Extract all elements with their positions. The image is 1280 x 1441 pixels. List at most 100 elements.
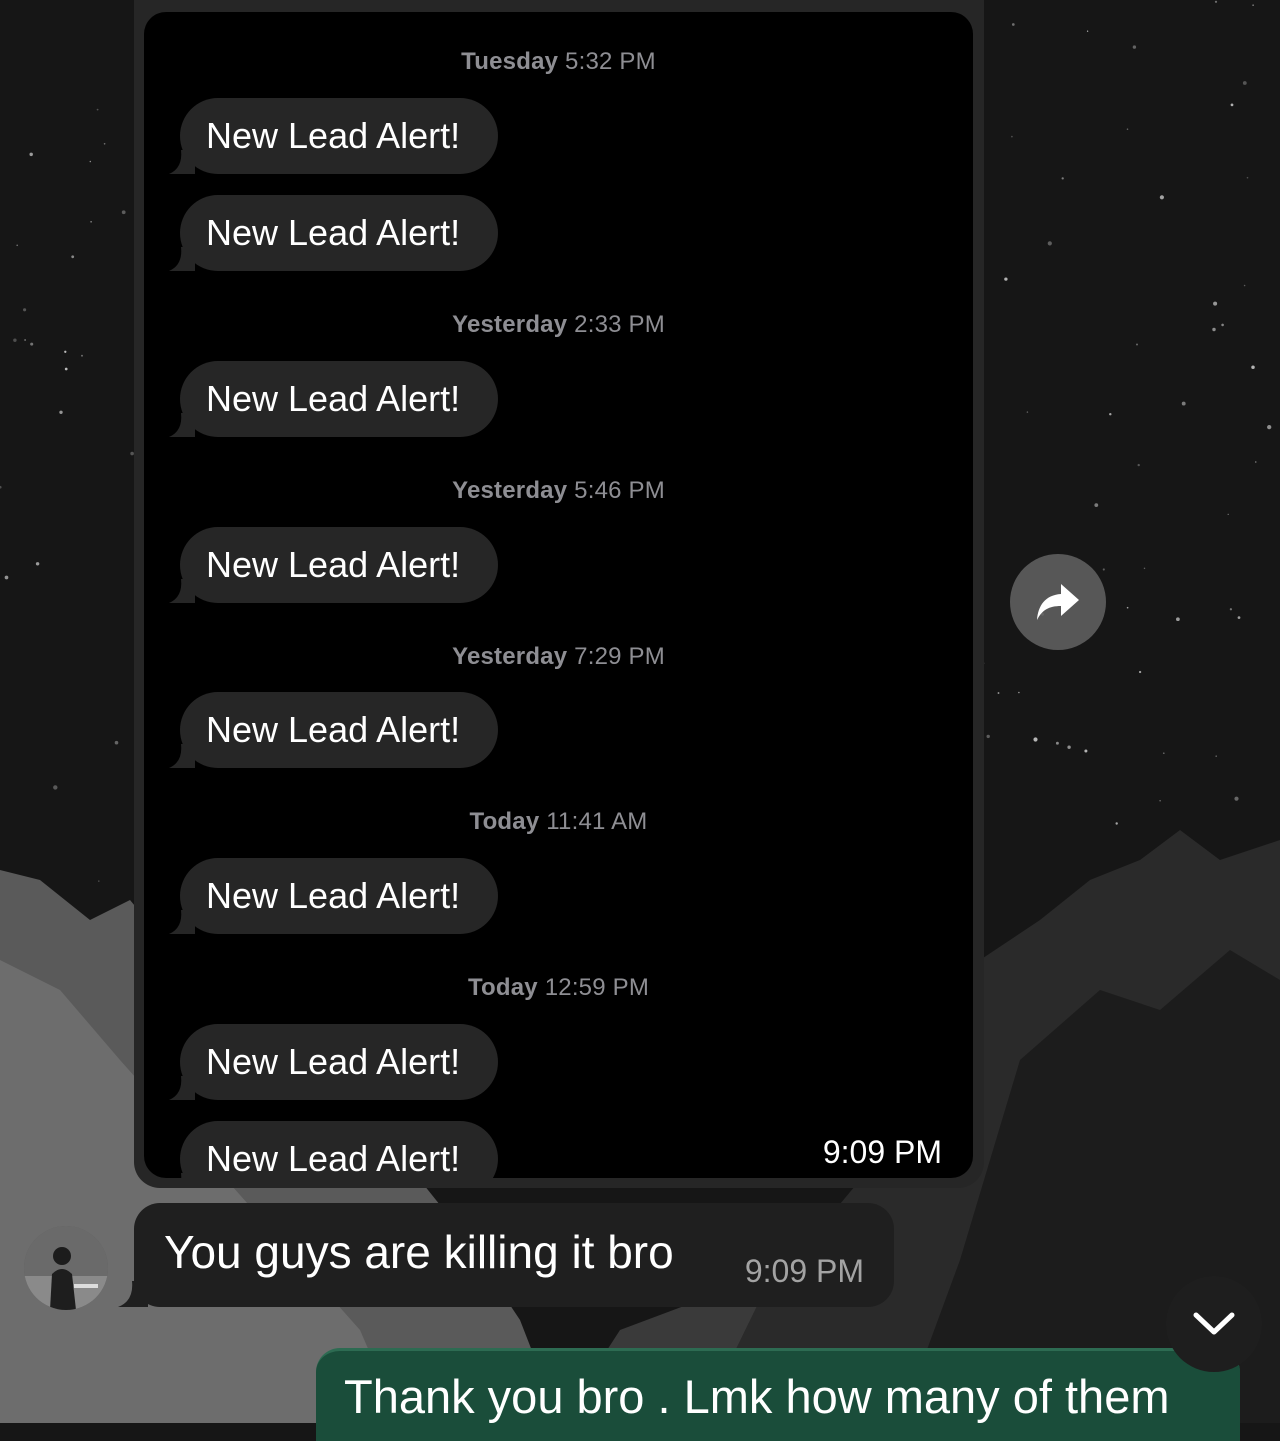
sms-screenshot: Tuesday 5:32 PM New Lead Alert! New Lead… [144, 12, 973, 1178]
star [4, 575, 9, 580]
shared-screenshot-message[interactable]: Tuesday 5:32 PM New Lead Alert! New Lead… [134, 0, 984, 1188]
star [1086, 30, 1089, 32]
star [1251, 365, 1255, 369]
star [16, 244, 19, 247]
forward-arrow-icon [1037, 584, 1079, 620]
sms-bubble: New Lead Alert! [169, 361, 498, 437]
star [1061, 177, 1064, 180]
star [1159, 800, 1161, 802]
star [1215, 755, 1217, 757]
star [1126, 128, 1129, 130]
star [90, 220, 92, 223]
star [1011, 23, 1015, 26]
star [1026, 411, 1029, 413]
star [53, 785, 58, 790]
star [1229, 608, 1233, 611]
bubble-tail [181, 1173, 195, 1178]
star [1004, 277, 1008, 281]
timestamp: Yesterday 7:29 PM [452, 643, 665, 670]
star [81, 354, 83, 357]
star [29, 152, 33, 157]
star [1213, 301, 1218, 306]
star [986, 734, 990, 739]
timestamp: Yesterday 5:46 PM [452, 477, 665, 504]
sms-bubble: New Lead Alert! [169, 692, 498, 768]
star [1181, 401, 1186, 406]
star [89, 160, 92, 163]
star [1011, 135, 1013, 138]
star [1230, 103, 1234, 107]
star [96, 108, 99, 111]
timestamp: Yesterday 2:33 PM [452, 311, 665, 338]
bubble-tail [118, 1281, 148, 1307]
star [1138, 670, 1142, 674]
star [1243, 284, 1246, 287]
bubble-tail [169, 579, 195, 603]
star [103, 142, 106, 145]
star [997, 692, 1000, 694]
sms-bubble: New Lead Alert! [169, 527, 498, 603]
sms-bubble: New Lead Alert! [169, 1024, 498, 1100]
star [121, 210, 126, 215]
sms-bubble: New Lead Alert! [169, 195, 498, 271]
star [98, 880, 100, 882]
star [13, 338, 17, 342]
star [1267, 424, 1272, 430]
bubble-tail [169, 744, 195, 768]
message-timestamp: 9:09 PM [822, 1134, 942, 1170]
star [1084, 749, 1088, 753]
bubble-tail [169, 150, 195, 174]
star [1094, 503, 1099, 507]
star [1115, 822, 1118, 825]
star [1176, 617, 1180, 622]
message-text: You guys are killing it bro [164, 1226, 674, 1278]
star [1227, 513, 1229, 516]
star [1126, 606, 1129, 609]
star [1109, 412, 1112, 416]
sms-bubble: New Lead Alert! [169, 98, 498, 174]
sms-bubble: New Lead Alert! [180, 1121, 498, 1178]
star [23, 308, 27, 312]
star [1242, 81, 1247, 85]
star [1018, 691, 1020, 694]
scroll-to-bottom-button[interactable] [1166, 1276, 1262, 1372]
message-timestamp: 9:09 PM [744, 1253, 864, 1289]
star [1212, 327, 1216, 332]
star [64, 350, 67, 353]
timestamp: Tuesday 5:32 PM [461, 48, 656, 75]
star [1246, 176, 1249, 179]
star [1137, 463, 1140, 467]
star [1132, 45, 1137, 49]
star [1067, 745, 1071, 749]
star [1047, 241, 1052, 246]
message-text: Thank you bro . Lmk how many of them [344, 1370, 1170, 1423]
bubble-tail [169, 1076, 195, 1100]
star [1162, 752, 1165, 755]
star [30, 342, 34, 346]
star [1214, 0, 1218, 3]
star [1234, 796, 1239, 801]
star [1055, 741, 1059, 745]
bubble-tail [169, 910, 195, 934]
star [71, 255, 75, 259]
bubble-tail [169, 247, 195, 271]
forward-button[interactable] [1010, 554, 1106, 650]
star [1033, 737, 1038, 742]
outgoing-message-bubble[interactable]: Thank you bro . Lmk how many of them [316, 1348, 1240, 1441]
chevron-down-icon [1193, 1312, 1235, 1335]
star [1136, 343, 1138, 346]
incoming-message-bubble[interactable]: You guys are killing it bro 9:09 PM [118, 1203, 894, 1307]
star [1237, 616, 1241, 619]
bubble-tail [169, 413, 195, 437]
timestamp: Today 11:41 AM [469, 808, 648, 835]
star [1252, 4, 1254, 6]
star [59, 410, 63, 414]
timestamp: Today 12:59 PM [467, 974, 650, 1001]
star [114, 740, 119, 745]
sms-bubble: New Lead Alert! [169, 858, 498, 934]
star [1143, 567, 1146, 570]
user-avatar[interactable] [24, 1226, 108, 1310]
avatar-image [24, 1226, 108, 1310]
star [35, 562, 40, 566]
star [1221, 323, 1224, 327]
